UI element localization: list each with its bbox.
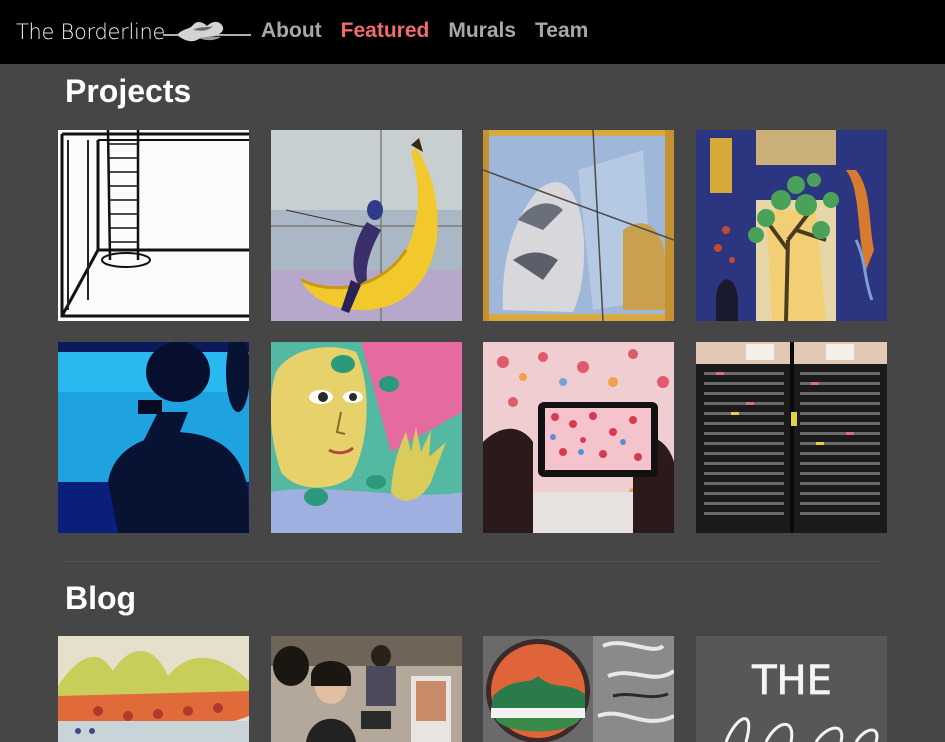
project-tile-face-mural[interactable] xyxy=(271,342,462,533)
section-divider xyxy=(65,561,880,562)
event-crowd-image xyxy=(271,636,462,742)
project-tile-phone-photo[interactable] xyxy=(483,342,674,533)
navbar: The Borderline About Featured Murals Tea… xyxy=(0,0,945,64)
projects-heading: Projects xyxy=(65,73,192,109)
ladder-drawing-image xyxy=(58,130,249,321)
banana-mural-image xyxy=(271,130,462,321)
project-tile-ladder-drawing[interactable] xyxy=(58,130,249,321)
project-tile-aquarium-silhouette[interactable] xyxy=(58,342,249,533)
nav-links: About Featured Murals Team xyxy=(261,17,588,45)
blog-tile-event-crowd[interactable] xyxy=(271,636,462,742)
mailbox-wall-image xyxy=(696,342,887,533)
blog-heading: Blog xyxy=(65,580,137,616)
brand-logo-icon xyxy=(163,21,252,42)
nav-link-about[interactable]: About xyxy=(261,17,322,45)
face-mural-image xyxy=(271,342,462,533)
nav-link-murals[interactable]: Murals xyxy=(448,17,516,45)
building-mural-image xyxy=(483,130,674,321)
project-tile-tree-mural[interactable] xyxy=(696,130,887,321)
blog-tile-landscape-mural[interactable] xyxy=(58,636,249,742)
blog-tile-graffiti-wall[interactable] xyxy=(483,636,674,742)
tree-mural-image xyxy=(696,130,887,321)
landscape-mural-image xyxy=(58,636,249,742)
brand-name: The Borderline xyxy=(16,20,166,44)
chalkboard-logo-image: THE xyxy=(696,636,887,742)
project-tile-banana-mural[interactable] xyxy=(271,130,462,321)
aquarium-silhouette-image xyxy=(58,342,249,533)
project-tile-mailbox-wall[interactable] xyxy=(696,342,887,533)
phone-photo-image xyxy=(483,342,674,533)
nav-link-featured[interactable]: Featured xyxy=(341,17,430,45)
chalkboard-text: THE xyxy=(751,658,832,704)
brand-link[interactable]: The Borderline xyxy=(16,12,253,52)
graffiti-wall-image xyxy=(483,636,674,742)
project-tile-building-mural[interactable] xyxy=(483,130,674,321)
nav-link-team[interactable]: Team xyxy=(535,17,588,45)
blog-tile-chalkboard-logo[interactable]: THE xyxy=(696,636,887,742)
